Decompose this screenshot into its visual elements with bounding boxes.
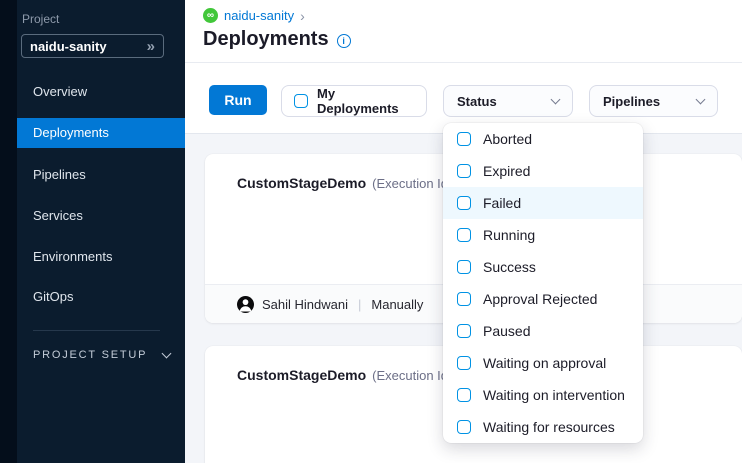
my-deployments-checkbox[interactable] <box>294 94 308 108</box>
pipelines-filter-label: Pipelines <box>603 94 660 109</box>
info-icon[interactable]: i <box>337 34 351 48</box>
status-option-label: Success <box>483 259 536 275</box>
user-avatar-icon <box>237 296 254 313</box>
pipelines-filter-dropdown[interactable]: Pipelines <box>589 85 718 117</box>
page-title-row: Deployments i <box>203 28 351 51</box>
sidebar-divider <box>33 330 160 331</box>
checkbox[interactable] <box>457 132 471 146</box>
status-filter-dropdown[interactable]: Status <box>443 85 573 117</box>
project-sidebar: Project naidu-sanity » Overview Deployme… <box>0 0 185 463</box>
status-option-label: Waiting on approval <box>483 355 606 371</box>
status-option-expired[interactable]: Expired <box>443 155 643 187</box>
status-option-label: Aborted <box>483 131 532 147</box>
sidebar-item-environments[interactable]: Environments <box>17 242 185 272</box>
run-button[interactable]: Run <box>209 85 267 115</box>
status-dropdown-panel: Aborted Expired Failed Running Success A… <box>443 123 643 443</box>
status-option-label: Failed <box>483 195 521 211</box>
pipeline-name: CustomStageDemo <box>237 175 366 191</box>
chevron-down-icon <box>551 94 561 104</box>
status-option-waiting-on-approval[interactable]: Waiting on approval <box>443 347 643 379</box>
project-label: Project <box>22 12 59 26</box>
sidebar-item-services[interactable]: Services <box>17 201 185 231</box>
status-option-waiting-for-resources[interactable]: Waiting for resources <box>443 411 643 443</box>
status-filter-label: Status <box>457 94 497 109</box>
project-setup-label: PROJECT SETUP <box>33 349 147 361</box>
checkbox[interactable] <box>457 420 471 434</box>
cd-module-icon: ∞ <box>203 8 218 23</box>
sidebar-item-pipelines[interactable]: Pipelines <box>17 160 185 190</box>
status-option-label: Approval Rejected <box>483 291 597 307</box>
execution-id-note: (Execution Id <box>372 176 448 191</box>
sidebar-item-deployments[interactable]: Deployments <box>17 118 185 148</box>
chevron-down-icon <box>696 94 706 104</box>
checkbox[interactable] <box>457 260 471 274</box>
project-selector[interactable]: naidu-sanity » <box>21 34 164 58</box>
status-option-label: Waiting on intervention <box>483 387 625 403</box>
status-option-label: Waiting for resources <box>483 419 615 435</box>
module-nav-strip <box>0 0 17 463</box>
checkbox[interactable] <box>457 196 471 210</box>
triggered-by-user: Sahil Hindwani <box>262 297 348 312</box>
footer-separator: | <box>358 297 361 312</box>
status-option-approval-rejected[interactable]: Approval Rejected <box>443 283 643 315</box>
checkbox[interactable] <box>457 388 471 402</box>
status-option-label: Paused <box>483 323 530 339</box>
sidebar-item-overview[interactable]: Overview <box>17 77 185 107</box>
project-setup-toggle[interactable]: PROJECT SETUP <box>33 349 170 361</box>
my-deployments-filter[interactable]: My Deployments <box>281 85 427 117</box>
page-title: Deployments <box>203 28 329 51</box>
header-divider <box>185 62 742 63</box>
status-option-running[interactable]: Running <box>443 219 643 251</box>
checkbox[interactable] <box>457 228 471 242</box>
checkbox[interactable] <box>457 292 471 306</box>
pipeline-name: CustomStageDemo <box>237 367 366 383</box>
checkbox[interactable] <box>457 356 471 370</box>
status-option-label: Running <box>483 227 535 243</box>
status-option-success[interactable]: Success <box>443 251 643 283</box>
chevron-down-icon <box>162 348 172 358</box>
status-option-waiting-on-intervention[interactable]: Waiting on intervention <box>443 379 643 411</box>
status-option-failed[interactable]: Failed <box>443 187 643 219</box>
project-name: naidu-sanity <box>30 39 147 54</box>
chevron-right-icon: › <box>300 8 305 24</box>
status-option-label: Expired <box>483 163 530 179</box>
double-chevron-right-icon: » <box>147 39 155 54</box>
sidebar-item-gitops[interactable]: GitOps <box>17 282 185 312</box>
breadcrumb-project-link[interactable]: naidu-sanity <box>224 8 294 23</box>
trigger-type: Manually <box>371 297 423 312</box>
checkbox[interactable] <box>457 164 471 178</box>
app-window: Project naidu-sanity » Overview Deployme… <box>0 0 742 463</box>
breadcrumb: ∞ naidu-sanity › <box>203 7 305 24</box>
my-deployments-label: My Deployments <box>317 86 414 116</box>
status-option-aborted[interactable]: Aborted <box>443 123 643 155</box>
status-option-paused[interactable]: Paused <box>443 315 643 347</box>
execution-id-note: (Execution Id <box>372 368 448 383</box>
checkbox[interactable] <box>457 324 471 338</box>
